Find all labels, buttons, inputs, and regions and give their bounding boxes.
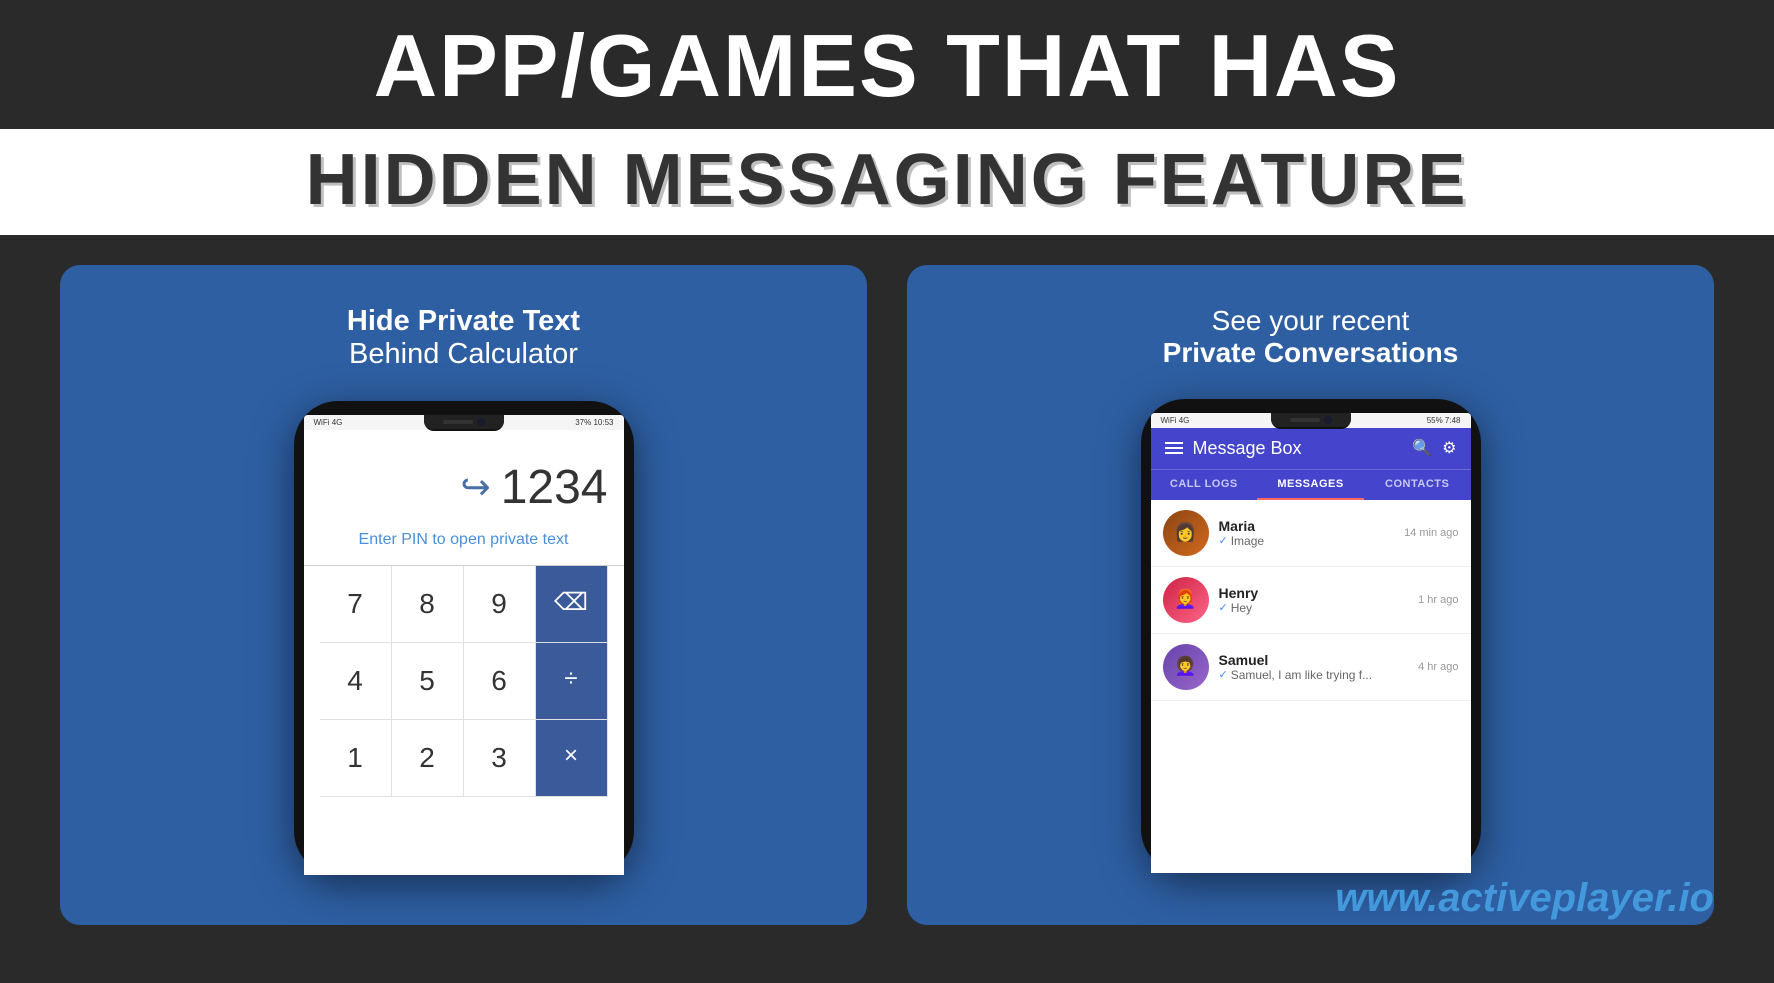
check-icon-maria: ✓ (1219, 534, 1228, 547)
calc-hint: Enter PIN to open private text (320, 525, 608, 565)
tab-call-logs[interactable]: CALL LOGS (1151, 470, 1258, 500)
msg-preview-samuel: ✓ Samuel, I am like trying f... (1219, 668, 1409, 682)
top-banner: APP/GAMES THAT HAS (0, 0, 1774, 129)
msg-time-henry: 1 hr ago (1418, 594, 1458, 606)
content-area: Hide Private Text Behind Calculator WiFi… (0, 235, 1774, 945)
right-caption-2: Private Conversations (1163, 337, 1459, 369)
left-caption-2: Behind Calculator (349, 338, 578, 371)
avatar-henry: 👩‍🦰 (1163, 577, 1209, 623)
left-phone-shell: WiFi 4G 37% 10:53 ↪ 1234 Enter PIN to op… (294, 401, 634, 875)
calc-btn-5[interactable]: 5 (392, 643, 464, 720)
msg-preview-henry: ✓ Hey (1219, 601, 1409, 615)
calc-display: ↪ 1234 (320, 450, 608, 525)
msg-text-samuel: Samuel, I am like trying f... (1231, 668, 1372, 682)
msg-time-maria: 14 min ago (1404, 527, 1458, 539)
hamburger-line-3 (1165, 452, 1183, 454)
msg-name-maria: Maria (1219, 518, 1395, 534)
calc-buttons: 7 8 9 ⌫ 4 5 6 ÷ 1 2 3 × (320, 566, 608, 797)
message-box-title: Message Box (1193, 438, 1403, 459)
check-icon-samuel: ✓ (1219, 668, 1228, 681)
avatar-maria: 👩 (1163, 510, 1209, 556)
main-title: APP/GAMES THAT HAS (20, 18, 1754, 115)
right-phone-screen: WiFi 4G 55% 7:48 Message Box 🔍 ⚙ (1151, 413, 1471, 873)
check-icon-henry: ✓ (1219, 601, 1228, 614)
avatar-samuel: 👩‍🦱 (1163, 644, 1209, 690)
msg-text-henry: Hey (1231, 601, 1252, 615)
right-phone-notch-inner (1271, 413, 1351, 427)
calc-btn-backspace[interactable]: ⌫ (536, 566, 608, 643)
msg-text-maria: Image (1231, 534, 1264, 548)
branding-url: www.activeplayer.io (1335, 876, 1714, 921)
calc-btn-multiply[interactable]: × (536, 720, 608, 797)
calc-btn-3[interactable]: 3 (464, 720, 536, 797)
tab-contacts[interactable]: CONTACTS (1364, 470, 1471, 500)
right-status-left: WiFi 4G (1161, 416, 1190, 425)
message-item-henry[interactable]: 👩‍🦰 Henry ✓ Hey 1 hr ago (1151, 567, 1471, 634)
calc-btn-9[interactable]: 9 (464, 566, 536, 643)
left-status-right: 37% 10:53 (575, 418, 613, 427)
right-phone-notch (1271, 413, 1351, 429)
hamburger-line-2 (1165, 447, 1183, 449)
message-list: 👩 Maria ✓ Image 14 min ago (1151, 500, 1471, 701)
msg-name-samuel: Samuel (1219, 652, 1409, 668)
calc-btn-2[interactable]: 2 (392, 720, 464, 797)
left-caption: Hide Private Text (347, 305, 580, 338)
gear-icon[interactable]: ⚙ (1442, 438, 1456, 458)
tab-messages[interactable]: MESSAGES (1257, 470, 1364, 500)
calc-btn-7[interactable]: 7 (320, 566, 392, 643)
msg-preview-maria: ✓ Image (1219, 534, 1395, 548)
left-phone-mockup: WiFi 4G 37% 10:53 ↪ 1234 Enter PIN to op… (294, 401, 634, 875)
message-item-samuel[interactable]: 👩‍🦱 Samuel ✓ Samuel, I am like trying f.… (1151, 634, 1471, 701)
msg-content-maria: Maria ✓ Image (1219, 518, 1395, 548)
left-phone-screen: WiFi 4G 37% 10:53 ↪ 1234 Enter PIN to op… (304, 415, 624, 875)
right-phone-speaker (1290, 418, 1320, 422)
calculator-screen: ↪ 1234 Enter PIN to open private text 7 … (304, 430, 624, 797)
calc-number: 1234 (501, 460, 608, 515)
calc-btn-1[interactable]: 1 (320, 720, 392, 797)
left-phone-camera (477, 418, 485, 426)
calc-arrow-icon: ↪ (461, 466, 491, 508)
left-phone-speaker (443, 420, 473, 424)
subtitle: HIDDEN MESSAGING FEATURE (20, 139, 1754, 221)
left-phone-notch (424, 415, 504, 431)
right-phone-camera (1324, 416, 1332, 424)
calc-btn-4[interactable]: 4 (320, 643, 392, 720)
hamburger-line-1 (1165, 442, 1183, 444)
left-phone-notch-inner (424, 415, 504, 429)
calc-btn-divide[interactable]: ÷ (536, 643, 608, 720)
right-caption-1: See your recent (1212, 305, 1410, 337)
msg-content-henry: Henry ✓ Hey (1219, 585, 1409, 615)
hamburger-icon[interactable] (1165, 442, 1183, 454)
right-phone-shell: WiFi 4G 55% 7:48 Message Box 🔍 ⚙ (1141, 399, 1481, 873)
left-status-left: WiFi 4G (314, 418, 343, 427)
right-card: See your recent Private Conversations Wi… (907, 265, 1714, 925)
message-tabs: CALL LOGS MESSAGES CONTACTS (1151, 469, 1471, 500)
right-status-right: 55% 7:48 (1427, 416, 1461, 425)
message-item-maria[interactable]: 👩 Maria ✓ Image 14 min ago (1151, 500, 1471, 567)
message-box-header: Message Box 🔍 ⚙ (1151, 428, 1471, 469)
calc-btn-8[interactable]: 8 (392, 566, 464, 643)
left-card: Hide Private Text Behind Calculator WiFi… (60, 265, 867, 925)
msg-name-henry: Henry (1219, 585, 1409, 601)
calc-btn-6[interactable]: 6 (464, 643, 536, 720)
msg-time-samuel: 4 hr ago (1418, 661, 1458, 673)
right-phone-mockup: WiFi 4G 55% 7:48 Message Box 🔍 ⚙ (1141, 399, 1481, 873)
search-icon[interactable]: 🔍 (1412, 438, 1432, 458)
subtitle-banner: HIDDEN MESSAGING FEATURE (0, 129, 1774, 235)
msg-content-samuel: Samuel ✓ Samuel, I am like trying f... (1219, 652, 1409, 682)
